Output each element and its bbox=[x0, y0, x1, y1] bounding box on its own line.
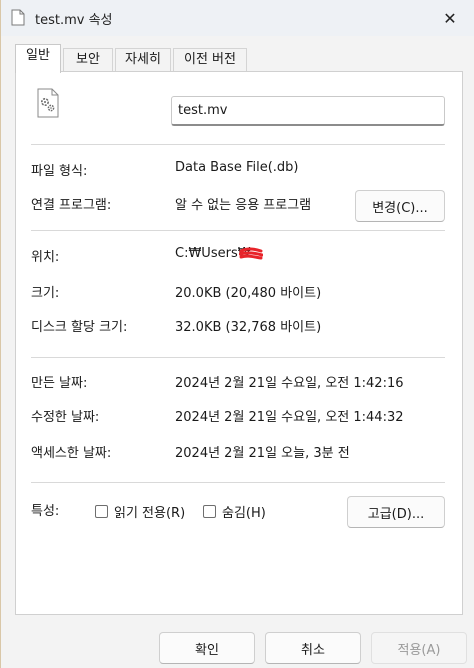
apply-button[interactable]: 적용(A) bbox=[371, 632, 467, 664]
divider bbox=[31, 230, 445, 231]
size-on-disk-label: 디스크 할당 크기: bbox=[31, 320, 128, 335]
divider bbox=[31, 357, 445, 358]
advanced-button[interactable]: 고급(D)... bbox=[347, 496, 445, 528]
divider bbox=[31, 144, 445, 145]
tab-previous-versions[interactable]: 이전 버전 bbox=[173, 48, 247, 72]
hidden-label: 숨김(H) bbox=[222, 506, 266, 521]
document-icon bbox=[11, 9, 25, 26]
change-button[interactable]: 변경(C)... bbox=[355, 190, 445, 222]
size-value: 20.0KB (20,480 바이트) bbox=[175, 286, 322, 301]
tab-security[interactable]: 보안 bbox=[63, 48, 113, 72]
readonly-label: 읽기 전용(R) bbox=[114, 506, 186, 521]
created-label: 만든 날짜: bbox=[31, 376, 88, 391]
file-name-input[interactable] bbox=[171, 96, 445, 126]
tab-details[interactable]: 자세히 bbox=[115, 48, 171, 72]
file-type-label: 파일 형식: bbox=[31, 164, 88, 179]
opens-with-label: 연결 프로그램: bbox=[31, 198, 112, 213]
close-icon: ✕ bbox=[443, 8, 457, 28]
tab-general[interactable]: 일반 bbox=[15, 44, 61, 73]
divider bbox=[31, 482, 445, 483]
checkbox-box[interactable] bbox=[95, 505, 108, 518]
location-label: 위치: bbox=[31, 250, 60, 265]
size-label: 크기: bbox=[31, 286, 60, 301]
properties-dialog: test.mv 속성 ✕ 일반 보안 자세히 이전 버전 파일 형식: Data… bbox=[0, 0, 474, 668]
general-panel bbox=[15, 71, 463, 615]
accessed-label: 액세스한 날짜: bbox=[31, 446, 112, 461]
settings-file-icon bbox=[37, 88, 59, 118]
opens-with-value: 알 수 없는 응용 프로그램 bbox=[175, 198, 312, 213]
redaction-scribble bbox=[239, 247, 263, 260]
modified-label: 수정한 날짜: bbox=[31, 410, 100, 425]
attributes-label: 특성: bbox=[31, 504, 60, 519]
file-type-value: Data Base File(.db) bbox=[175, 160, 299, 175]
ok-button[interactable]: 확인 bbox=[159, 632, 255, 664]
window-title: test.mv 속성 bbox=[35, 13, 113, 28]
created-value: 2024년 2월 21일 수요일, 오전 1:42:16 bbox=[175, 376, 404, 391]
checkbox-box[interactable] bbox=[203, 505, 216, 518]
accessed-value: 2024년 2월 21일 오늘, 3분 전 bbox=[175, 446, 350, 461]
size-on-disk-value: 32.0KB (32,768 바이트) bbox=[175, 320, 322, 335]
readonly-checkbox[interactable]: 읽기 전용(R) bbox=[95, 502, 185, 521]
title-bar: test.mv 속성 ✕ bbox=[1, 0, 474, 36]
close-button[interactable]: ✕ bbox=[425, 0, 474, 36]
cancel-button[interactable]: 취소 bbox=[265, 632, 361, 664]
hidden-checkbox[interactable]: 숨김(H) bbox=[203, 502, 266, 521]
modified-value: 2024년 2월 21일 수요일, 오전 1:44:32 bbox=[175, 410, 404, 425]
